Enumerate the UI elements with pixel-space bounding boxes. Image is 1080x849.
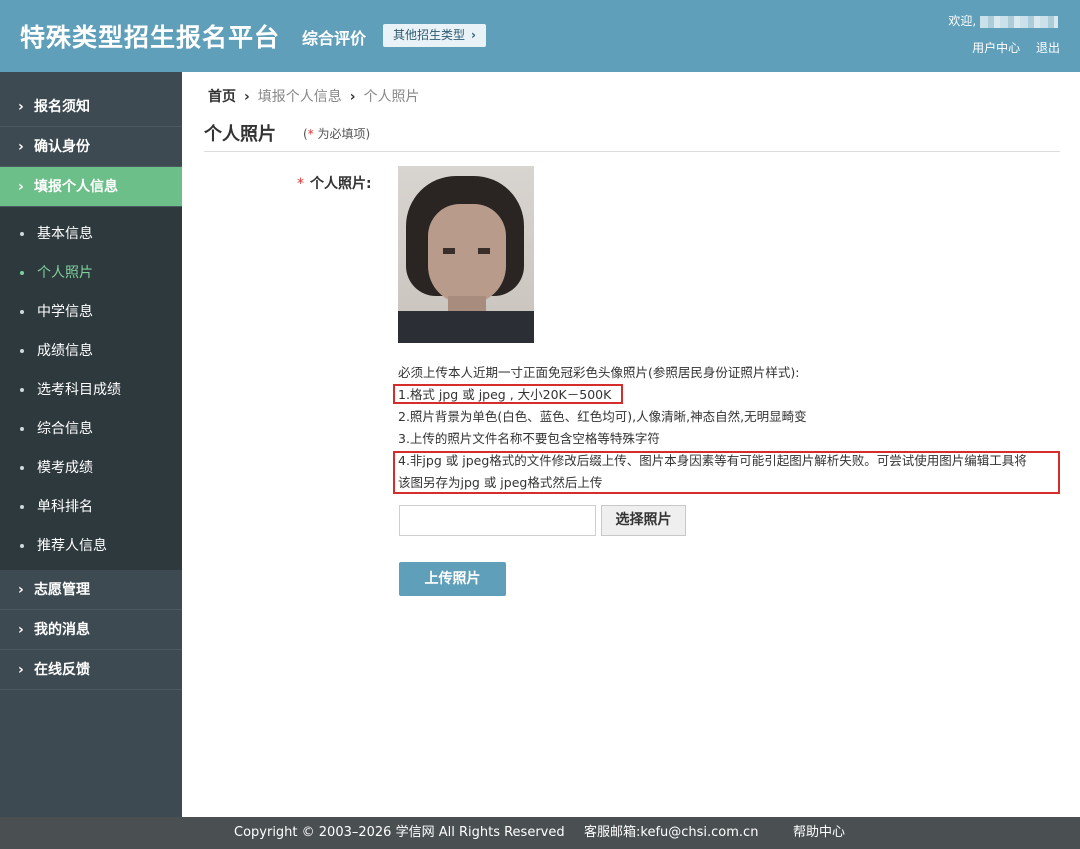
photo-field-label: * 个人照片:	[297, 173, 372, 193]
chevron-right-icon: ›	[349, 89, 356, 105]
subitem-label: 中学信息	[37, 304, 93, 320]
site-title[interactable]: 特殊类型招生报名平台	[20, 18, 280, 54]
highlight-box-note	[393, 451, 1060, 494]
photo-preview	[398, 166, 534, 343]
subitem-label: 单科排名	[37, 499, 93, 515]
required-note: (* 为必填项)	[303, 125, 370, 142]
sidebar-item-personal-info[interactable]: › 填报个人信息	[0, 167, 182, 207]
chevron-right-icon: ›	[244, 89, 250, 105]
title-divider	[204, 151, 1060, 152]
bullet-icon	[20, 349, 24, 353]
required-star: *	[297, 176, 304, 192]
chevron-right-icon: ›	[18, 662, 24, 678]
required-star: *	[307, 127, 314, 141]
other-types-label: 其他招生类型	[393, 28, 466, 42]
blurred-username	[980, 15, 1058, 28]
sidebar-subitem-subject-ranking[interactable]: 单科排名	[0, 488, 182, 527]
service-mail: 客服邮箱:kefu@chsi.com.cn	[584, 825, 759, 840]
upload-photo-button[interactable]: 上传照片	[399, 562, 506, 596]
bullet-icon	[20, 310, 24, 314]
sidebar-subitem-basic-info[interactable]: 基本信息	[0, 215, 182, 254]
sidebar-item-my-messages[interactable]: › 我的消息	[0, 610, 182, 650]
sidebar: › 报名须知 › 确认身份 › 填报个人信息 基本信息 个人照片 中学信息 成绩信息 …	[0, 72, 182, 817]
file-path-input[interactable]	[399, 505, 596, 536]
subitem-label: 推荐人信息	[37, 538, 107, 554]
sidebar-item-label: 在线反馈	[34, 662, 90, 678]
sidebar-subitem-mock-exam-scores[interactable]: 模考成绩	[0, 449, 182, 488]
required-note-text: 为必填项)	[317, 127, 371, 141]
page-title: 个人照片	[204, 124, 276, 145]
welcome-text: 欢迎,	[948, 12, 1058, 29]
chevron-right-icon: ›	[18, 622, 24, 638]
breadcrumb-current: 个人照片	[363, 89, 420, 105]
sidebar-item-application-management[interactable]: › 志愿管理	[0, 570, 182, 610]
bullet-icon	[20, 466, 24, 470]
choose-photo-button[interactable]: 选择照片	[601, 505, 686, 536]
instruction-line-3: 3.上传的照片文件名称不要包含空格等特殊字符	[398, 431, 660, 446]
bullet-icon	[20, 544, 24, 548]
bullet-icon	[20, 232, 24, 236]
instruction-intro: 必须上传本人近期一寸正面免冠彩色头像照片(参照居民身份证照片样式):	[398, 365, 800, 380]
sidebar-subitem-personal-photo[interactable]: 个人照片	[0, 254, 182, 293]
subitem-label: 模考成绩	[37, 460, 93, 476]
photo-field-label-text: 个人照片:	[310, 176, 372, 192]
chevron-right-icon: ›	[18, 139, 24, 155]
sidebar-item-online-feedback[interactable]: › 在线反馈	[0, 650, 182, 690]
breadcrumb-step[interactable]: 填报个人信息	[258, 89, 342, 105]
bullet-icon	[20, 388, 24, 392]
subitem-label: 选考科目成绩	[37, 382, 121, 398]
welcome-label: 欢迎,	[948, 14, 977, 28]
sidebar-subitem-school-info[interactable]: 中学信息	[0, 293, 182, 332]
chevron-right-icon: ›	[18, 179, 24, 195]
subitem-label: 个人照片	[37, 265, 93, 281]
chevron-right-icon: ›	[471, 28, 476, 42]
instruction-line-2: 2.照片背景为单色(白色、蓝色、红色均可),人像清晰,神态自然,无明显畸变	[398, 409, 807, 424]
breadcrumb-home[interactable]: 首页	[208, 89, 236, 105]
sidebar-item-confirm-identity[interactable]: › 确认身份	[0, 127, 182, 167]
help-center-link[interactable]: 帮助中心	[793, 817, 845, 849]
bullet-icon	[20, 427, 24, 431]
sidebar-sub-list: 基本信息 个人照片 中学信息 成绩信息 选考科目成绩 综合信息 模考成绩 单科排…	[0, 207, 182, 570]
sidebar-item-label: 确认身份	[34, 139, 90, 155]
sidebar-item-label: 填报个人信息	[34, 179, 118, 195]
footer: Copyright © 2003–2026 学信网 All Rights Res…	[0, 817, 1080, 849]
sidebar-item-label: 我的消息	[34, 622, 90, 638]
sidebar-item-label: 报名须知	[34, 99, 90, 115]
copyright-text: Copyright © 2003–2026 学信网 All Rights Res…	[234, 825, 565, 840]
sidebar-subitem-comprehensive-info[interactable]: 综合信息	[0, 410, 182, 449]
sidebar-item-label: 志愿管理	[34, 582, 90, 598]
subitem-label: 成绩信息	[37, 343, 93, 359]
other-types-button[interactable]: 其他招生类型 ›	[383, 24, 486, 47]
bullet-icon	[20, 505, 24, 509]
sidebar-item-registration-notice[interactable]: › 报名须知	[0, 87, 182, 127]
bullet-icon	[20, 271, 24, 275]
top-header: 特殊类型招生报名平台 综合评价 其他招生类型 › 欢迎, 用户中心 退出	[0, 0, 1080, 72]
subitem-label: 基本信息	[37, 226, 93, 242]
sidebar-subitem-recommender-info[interactable]: 推荐人信息	[0, 527, 182, 566]
highlight-box-format	[393, 384, 623, 404]
user-center-link[interactable]: 用户中心	[972, 41, 1020, 55]
sidebar-subitem-score-info[interactable]: 成绩信息	[0, 332, 182, 371]
chevron-right-icon: ›	[18, 99, 24, 115]
subitem-label: 综合信息	[37, 421, 93, 437]
sidebar-subitem-elective-scores[interactable]: 选考科目成绩	[0, 371, 182, 410]
logout-link[interactable]: 退出	[1036, 41, 1060, 55]
enrollment-type-label: 综合评价	[302, 29, 367, 48]
top-links: 用户中心 退出	[960, 39, 1060, 56]
breadcrumb: 首页 › 填报个人信息 › 个人照片	[208, 86, 420, 106]
chevron-right-icon: ›	[18, 582, 24, 598]
